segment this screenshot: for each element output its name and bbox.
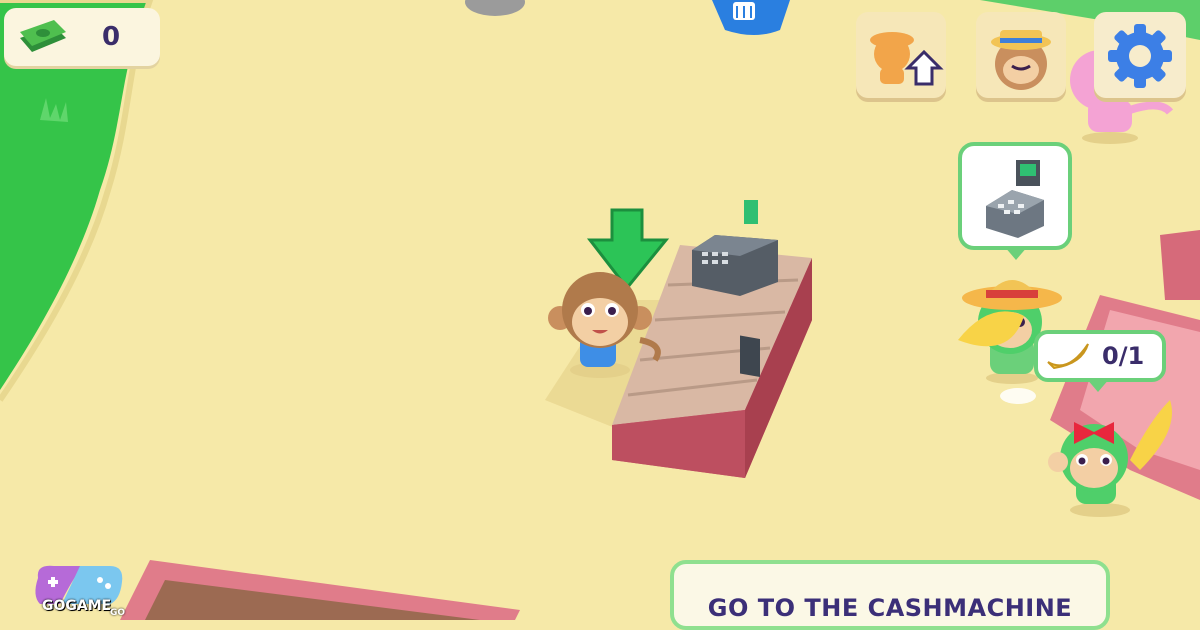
rock — [465, 0, 525, 16]
money-amount: 0 — [102, 22, 121, 52]
gogame-logo: GOGAME GO — [30, 560, 126, 620]
logo-text: GOGAME — [42, 598, 112, 614]
cash-register-icon — [986, 160, 1044, 238]
upgrade-workers-button[interactable] — [856, 12, 946, 98]
banana-request-count: 0/1 — [1102, 342, 1145, 370]
worker-upgrade-icon — [870, 32, 944, 86]
banana-request-bubble: 0/1 — [1034, 330, 1166, 382]
logo-subtext: GO — [110, 608, 126, 618]
cash-stack-icon — [20, 20, 66, 52]
banana-icon — [1047, 343, 1089, 370]
trash-bin[interactable] — [712, 0, 790, 35]
settings-button[interactable] — [1094, 12, 1186, 98]
objective-text: GO TO THE CASHMACHINE — [707, 594, 1073, 622]
cash-register-bubble — [958, 142, 1072, 250]
monkey-straw-hat-icon — [991, 30, 1051, 90]
money-counter: 0 — [4, 8, 160, 66]
gear-icon — [1108, 24, 1172, 88]
hire-manager-button[interactable] — [976, 12, 1066, 98]
